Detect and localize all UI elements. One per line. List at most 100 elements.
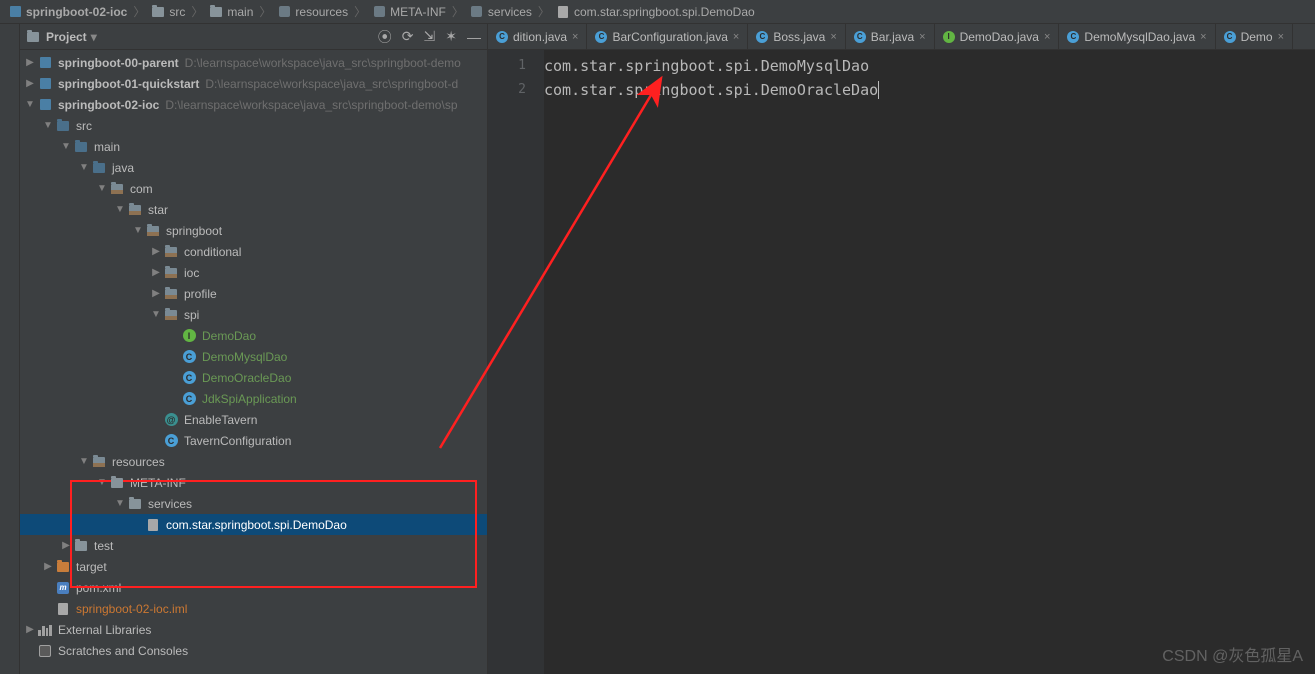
pkg-icon — [92, 455, 106, 469]
bc-item[interactable]: main — [207, 5, 255, 19]
bc-item[interactable]: springboot-02-ioc — [6, 5, 129, 19]
bc-sep: 〉 — [191, 3, 203, 20]
hide-icon[interactable]: — — [467, 29, 481, 45]
editor-tab[interactable]: Cdition.java× — [488, 24, 587, 49]
tool-window-stripe[interactable] — [0, 24, 20, 674]
tree-row[interactable]: ▶Scratches and Consoles — [20, 640, 487, 661]
project-title[interactable]: Project ▾ — [26, 30, 97, 44]
tree-label: DemoMysqlDao — [202, 350, 287, 364]
tree-row[interactable]: ▶profile — [20, 283, 487, 304]
tree-row[interactable]: ▶test — [20, 535, 487, 556]
editor-tab[interactable]: CBoss.java× — [748, 24, 845, 49]
tree-row[interactable]: ▼src — [20, 115, 487, 136]
bc-sep: 〉 — [354, 3, 366, 20]
tree-path-dim: D:\learnspace\workspace\java_src\springb… — [165, 98, 457, 112]
close-icon[interactable]: × — [733, 31, 739, 43]
tree-row[interactable]: ▶springboot-00-parentD:\learnspace\works… — [20, 52, 487, 73]
c-blue-icon: C — [164, 434, 178, 448]
dir-blue-icon — [56, 119, 70, 133]
editor-tab[interactable]: CDemoMysqlDao.java× — [1059, 24, 1215, 49]
project-title-label: Project — [46, 30, 87, 44]
bc-item[interactable]: com.star.springboot.spi.DemoDao — [554, 5, 757, 19]
tree-row[interactable]: ▼springboot — [20, 220, 487, 241]
tree-row[interactable]: ▼resources — [20, 451, 487, 472]
c-teal-icon: @ — [164, 413, 178, 427]
editor-tab[interactable]: C BarConfiguration.java × — [587, 24, 748, 49]
editor-tab[interactable]: CBar.java× — [846, 24, 935, 49]
tree-label: com — [130, 182, 153, 196]
tree-label: ioc — [184, 266, 199, 280]
dir-icon — [74, 539, 88, 553]
dir-orange-icon — [56, 560, 70, 574]
tree-label: com.star.springboot.spi.DemoDao — [166, 518, 347, 532]
tree-row[interactable]: ▶IDemoDao — [20, 325, 487, 346]
scr-icon — [38, 644, 52, 658]
editor-tab[interactable]: CDemo× — [1216, 24, 1293, 49]
tree-row[interactable]: ▶springboot-01-quickstartD:\learnspace\w… — [20, 73, 487, 94]
tree-label: External Libraries — [58, 623, 151, 637]
locate-icon[interactable]: ⦿ — [378, 27, 392, 47]
tree-row[interactable]: ▶springboot-02-ioc.iml — [20, 598, 487, 619]
reload-icon[interactable]: ⟳ — [402, 28, 414, 45]
settings-icon[interactable]: ✶ — [445, 28, 457, 45]
pkg-icon — [110, 182, 124, 196]
collapse-icon[interactable]: ⇲ — [424, 28, 436, 45]
lib-icon — [38, 623, 52, 637]
tree-row[interactable]: ▼main — [20, 136, 487, 157]
bc-item[interactable]: src — [149, 5, 187, 19]
module-icon — [38, 77, 52, 91]
tree-row[interactable]: ▶ioc — [20, 262, 487, 283]
filetype-icon: C — [756, 31, 768, 43]
tree-row[interactable]: ▼services — [20, 493, 487, 514]
bc-item[interactable]: META-INF — [370, 5, 448, 19]
tree-label: springboot-02-ioc — [58, 98, 159, 112]
tree-row[interactable]: ▼java — [20, 157, 487, 178]
editor-tabs[interactable]: Cdition.java×CBarConfiguration.java×CBos… — [488, 24, 1315, 50]
pkg-icon — [164, 308, 178, 322]
tab-label: BarConfiguration.java — [612, 30, 727, 44]
close-icon[interactable]: × — [572, 31, 578, 43]
xml-icon: m — [56, 581, 70, 595]
tree-row[interactable]: ▶CJdkSpiApplication — [20, 388, 487, 409]
tree-label: JdkSpiApplication — [202, 392, 297, 406]
close-icon[interactable]: × — [1278, 31, 1284, 43]
tree-row[interactable]: ▶External Libraries — [20, 619, 487, 640]
pkg-icon — [164, 287, 178, 301]
editor-tab[interactable]: IDemoDao.java× — [935, 24, 1060, 49]
tree-row[interactable]: ▶mpom.xml — [20, 577, 487, 598]
tree-path-dim: D:\learnspace\workspace\java_src\springb… — [185, 56, 461, 70]
tree-row[interactable]: ▼star — [20, 199, 487, 220]
tree-row[interactable]: ▶CDemoOracleDao — [20, 367, 487, 388]
tree-label: DemoOracleDao — [202, 371, 291, 385]
tree-row[interactable]: ▶CTavernConfiguration — [20, 430, 487, 451]
close-icon[interactable]: × — [1200, 31, 1206, 43]
bc-item[interactable]: resources — [275, 5, 350, 19]
tree-label: star — [148, 203, 168, 217]
tree-path-dim: D:\learnspace\workspace\java_src\springb… — [205, 77, 458, 91]
close-icon[interactable]: × — [919, 31, 925, 43]
bc-text: springboot-02-ioc — [26, 5, 127, 19]
close-icon[interactable]: × — [830, 31, 836, 43]
tree-row[interactable]: ▼spi — [20, 304, 487, 325]
tree-row[interactable]: ▶@EnableTavern — [20, 409, 487, 430]
tree-row[interactable]: ▶com.star.springboot.spi.DemoDao — [20, 514, 487, 535]
close-icon[interactable]: × — [1044, 31, 1050, 43]
project-header: Project ▾ ⦿ ⟳ ⇲ ✶ — — [20, 24, 487, 50]
tree-row[interactable]: ▶target — [20, 556, 487, 577]
tree-row[interactable]: ▼com — [20, 178, 487, 199]
tree-label: springboot-01-quickstart — [58, 77, 199, 91]
tree-row[interactable]: ▼springboot-02-iocD:\learnspace\workspac… — [20, 94, 487, 115]
c-green-icon: I — [182, 329, 196, 343]
filetype-icon: C — [595, 31, 607, 43]
bc-text: META-INF — [390, 5, 446, 19]
tree-row[interactable]: ▼META-INF — [20, 472, 487, 493]
code-area[interactable]: com.star.springboot.spi.DemoMysqlDao com… — [544, 50, 1315, 674]
caret — [878, 81, 879, 99]
editor[interactable]: 1 2 com.star.springboot.spi.DemoMysqlDao… — [488, 50, 1315, 674]
tree-label: profile — [184, 287, 217, 301]
tree-row[interactable]: ▶conditional — [20, 241, 487, 262]
bc-item[interactable]: services — [468, 5, 534, 19]
tree-label: conditional — [184, 245, 241, 259]
tree-row[interactable]: ▶CDemoMysqlDao — [20, 346, 487, 367]
project-tree[interactable]: ▶springboot-00-parentD:\learnspace\works… — [20, 50, 487, 674]
